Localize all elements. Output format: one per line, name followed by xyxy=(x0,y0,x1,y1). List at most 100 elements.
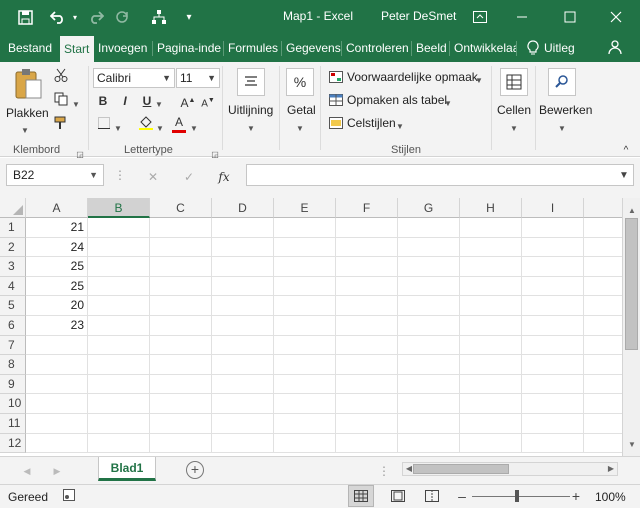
cell-h5[interactable] xyxy=(460,296,522,316)
cell-i6[interactable] xyxy=(522,316,584,336)
cell-e3[interactable] xyxy=(274,257,336,277)
cell-g9[interactable] xyxy=(398,374,460,395)
cell-f2[interactable] xyxy=(336,237,398,258)
tab-bestand[interactable]: Bestand xyxy=(4,34,58,62)
cell-b6[interactable] xyxy=(88,316,150,336)
tab-gegevens[interactable]: Gegevens xyxy=(282,34,341,62)
cell-b4[interactable] xyxy=(88,276,150,297)
cell-j9[interactable] xyxy=(584,375,622,395)
formula-input[interactable]: ▼ xyxy=(246,164,634,186)
cell-b7[interactable] xyxy=(88,335,150,356)
cell-d8[interactable] xyxy=(212,355,274,375)
cell-j10[interactable] xyxy=(584,394,622,414)
cell-i11[interactable] xyxy=(522,414,584,434)
expand-formula-bar-icon[interactable]: ▼ xyxy=(619,167,629,185)
cell-a11[interactable] xyxy=(26,414,88,434)
copy-icon[interactable] xyxy=(52,92,70,110)
cell-b10[interactable] xyxy=(88,394,150,414)
cell-c6[interactable] xyxy=(150,316,212,336)
number-dropdown-icon[interactable]: ▼ xyxy=(296,120,304,138)
cell-a9[interactable] xyxy=(26,374,88,395)
bold-icon[interactable]: B xyxy=(96,92,110,110)
cell-e5[interactable] xyxy=(274,296,336,316)
tab-uitleg[interactable]: Uitleg xyxy=(540,34,584,62)
column-header-e[interactable]: E xyxy=(274,198,336,218)
tab-pagina-indeling[interactable]: Pagina-inde xyxy=(153,34,223,62)
row-header-1[interactable]: 1 xyxy=(0,218,26,238)
cell-g12[interactable] xyxy=(398,433,460,454)
row-header-4[interactable]: 4 xyxy=(0,276,26,297)
cell-d1[interactable] xyxy=(212,218,274,238)
borders-icon[interactable] xyxy=(96,116,112,134)
cell-f12[interactable] xyxy=(336,433,398,454)
cell-e2[interactable] xyxy=(274,237,336,258)
row-header-7[interactable]: 7 xyxy=(0,335,26,356)
cell-d3[interactable] xyxy=(212,257,274,277)
paste-label[interactable]: Plakken xyxy=(6,106,49,120)
cell-j1[interactable] xyxy=(584,218,622,238)
cell-a8[interactable] xyxy=(26,355,88,375)
cell-i2[interactable] xyxy=(522,237,584,258)
cell-g5[interactable] xyxy=(398,296,460,316)
cell-styles-icon[interactable] xyxy=(328,116,344,130)
cell-j4[interactable] xyxy=(584,277,622,297)
conditional-formatting-icon[interactable] xyxy=(328,70,344,84)
cell-a6[interactable]: 23 xyxy=(26,316,88,336)
tab-formules[interactable]: Formules xyxy=(224,34,281,62)
cell-j6[interactable] xyxy=(584,316,622,336)
cell-b8[interactable] xyxy=(88,355,150,375)
cell-j3[interactable] xyxy=(584,257,622,277)
column-header-i[interactable]: I xyxy=(522,198,584,218)
add-sheet-icon[interactable]: + xyxy=(186,461,204,479)
font-color-icon[interactable]: A xyxy=(172,114,186,133)
tab-beeld[interactable]: Beeld xyxy=(412,34,449,62)
cell-i9[interactable] xyxy=(522,374,584,395)
cell-d6[interactable] xyxy=(212,316,274,336)
cell-a3[interactable]: 25 xyxy=(26,257,88,277)
cell-j2[interactable] xyxy=(584,238,622,258)
cell-e11[interactable] xyxy=(274,414,336,434)
next-sheet-icon[interactable]: ▶ xyxy=(52,462,62,480)
user-name[interactable]: Peter DeSmet xyxy=(381,9,456,23)
row-header-2[interactable]: 2 xyxy=(0,237,26,258)
cell-c11[interactable] xyxy=(150,414,212,434)
close-icon[interactable] xyxy=(608,8,624,26)
cell-j11[interactable] xyxy=(584,414,622,434)
cell-a2[interactable]: 24 xyxy=(26,237,88,258)
font-size-combo[interactable]: 11 ▼ xyxy=(176,68,220,88)
cell-g7[interactable] xyxy=(398,335,460,356)
zoom-slider-track[interactable] xyxy=(472,496,570,497)
row-header-12[interactable]: 12 xyxy=(0,433,26,454)
cell-c10[interactable] xyxy=(150,394,212,414)
normal-view-icon[interactable] xyxy=(348,485,374,507)
cell-i7[interactable] xyxy=(522,335,584,356)
conditional-formatting-label[interactable]: Voorwaardelijke opmaak xyxy=(347,70,478,84)
macro-record-icon[interactable] xyxy=(62,488,76,506)
insert-function-icon[interactable]: fx xyxy=(214,168,234,186)
cell-f9[interactable] xyxy=(336,374,398,395)
cell-d4[interactable] xyxy=(212,276,274,297)
fill-color-dropdown-icon[interactable]: ▼ xyxy=(156,120,164,138)
cell-g6[interactable] xyxy=(398,316,460,336)
cell-h11[interactable] xyxy=(460,414,522,434)
cell-b11[interactable] xyxy=(88,414,150,434)
alignment-icon[interactable] xyxy=(237,68,265,96)
cell-d10[interactable] xyxy=(212,394,274,414)
page-layout-view-icon[interactable] xyxy=(390,489,406,507)
cells-dropdown-icon[interactable]: ▼ xyxy=(510,120,518,138)
cell-j7[interactable] xyxy=(584,336,622,356)
share-icon[interactable] xyxy=(608,40,626,56)
tab-split-grip-icon[interactable]: ⋮ xyxy=(378,462,390,480)
copy-dropdown-icon[interactable]: ▼ xyxy=(72,96,80,114)
horizontal-scrollbar[interactable]: ◀ ▶ xyxy=(402,462,618,476)
number-label[interactable]: Getal xyxy=(287,103,316,117)
sheet-tab-blad1[interactable]: Blad1 xyxy=(98,457,156,481)
paste-dropdown-icon[interactable]: ▼ xyxy=(20,122,30,140)
cell-g10[interactable] xyxy=(398,394,460,414)
save-icon[interactable] xyxy=(16,8,34,26)
cell-h3[interactable] xyxy=(460,257,522,277)
vertical-scroll-thumb[interactable] xyxy=(625,218,638,350)
column-header-c[interactable]: C xyxy=(150,198,212,218)
cell-b2[interactable] xyxy=(88,237,150,258)
undo-dropdown-icon[interactable]: ▾ xyxy=(70,8,80,26)
